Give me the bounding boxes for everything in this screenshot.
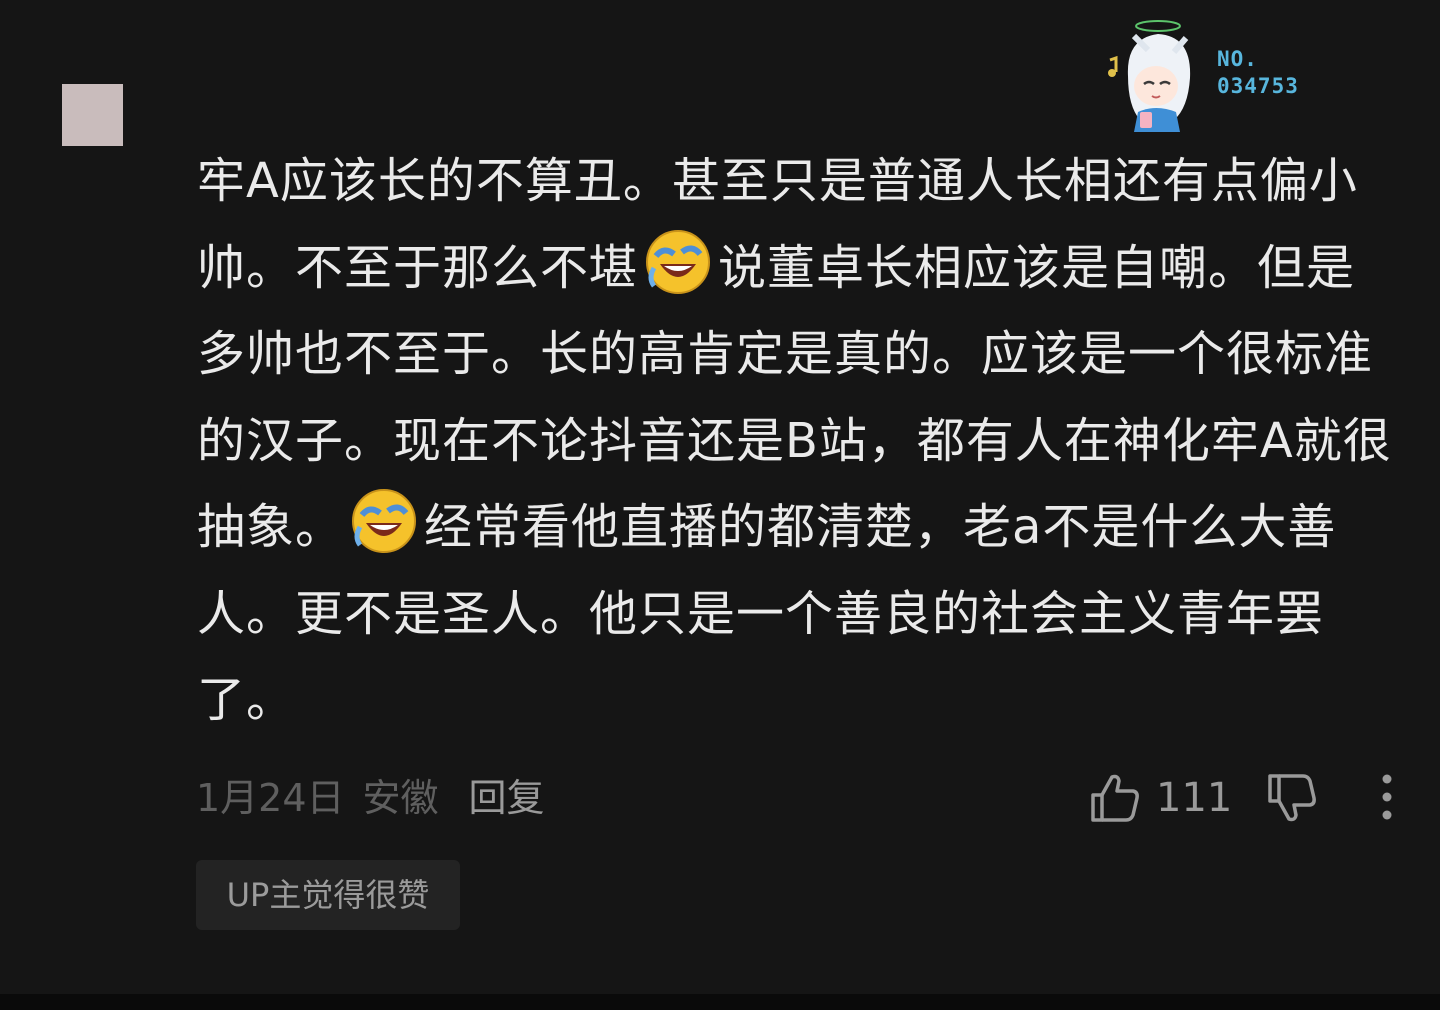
reply-button[interactable]: 回复 — [469, 776, 545, 820]
like-button[interactable]: 111 — [1088, 768, 1232, 828]
fan-badge[interactable]: NO. 034753 — [1100, 16, 1340, 134]
comment-meta: 1月24日 安徽 回复 — [196, 770, 545, 826]
thumbs-up-icon — [1091, 774, 1139, 822]
comment-card: NO. 034753 牢A应该长的不算丑。甚至只是普通人长相还有点偏小帅。不至于… — [0, 0, 1440, 1010]
thumbs-down-icon[interactable] — [1264, 770, 1320, 826]
badge-number-value: 034753 — [1217, 74, 1299, 98]
laughing-cry-emoji-icon — [352, 489, 417, 553]
comment-text: 牢A应该长的不算丑。甚至只是普通人长相还有点偏小帅。不至于那么不堪 说董卓长相应… — [197, 138, 1402, 744]
badge-number: NO. 034753 — [1217, 46, 1299, 100]
comment-location: 安徽 — [362, 776, 439, 820]
like-count: 111 — [1156, 775, 1233, 821]
avatar[interactable] — [62, 84, 123, 146]
badge-character-icon — [1108, 20, 1191, 132]
laughing-cry-emoji-icon — [646, 229, 711, 294]
badge-number-prefix: NO. — [1217, 47, 1258, 71]
up-liked-tag: UP主觉得很赞 — [196, 860, 460, 930]
bottom-edge — [0, 994, 1440, 1010]
more-options-icon[interactable] — [1372, 772, 1402, 822]
comment-date: 1月24日 — [196, 776, 345, 820]
